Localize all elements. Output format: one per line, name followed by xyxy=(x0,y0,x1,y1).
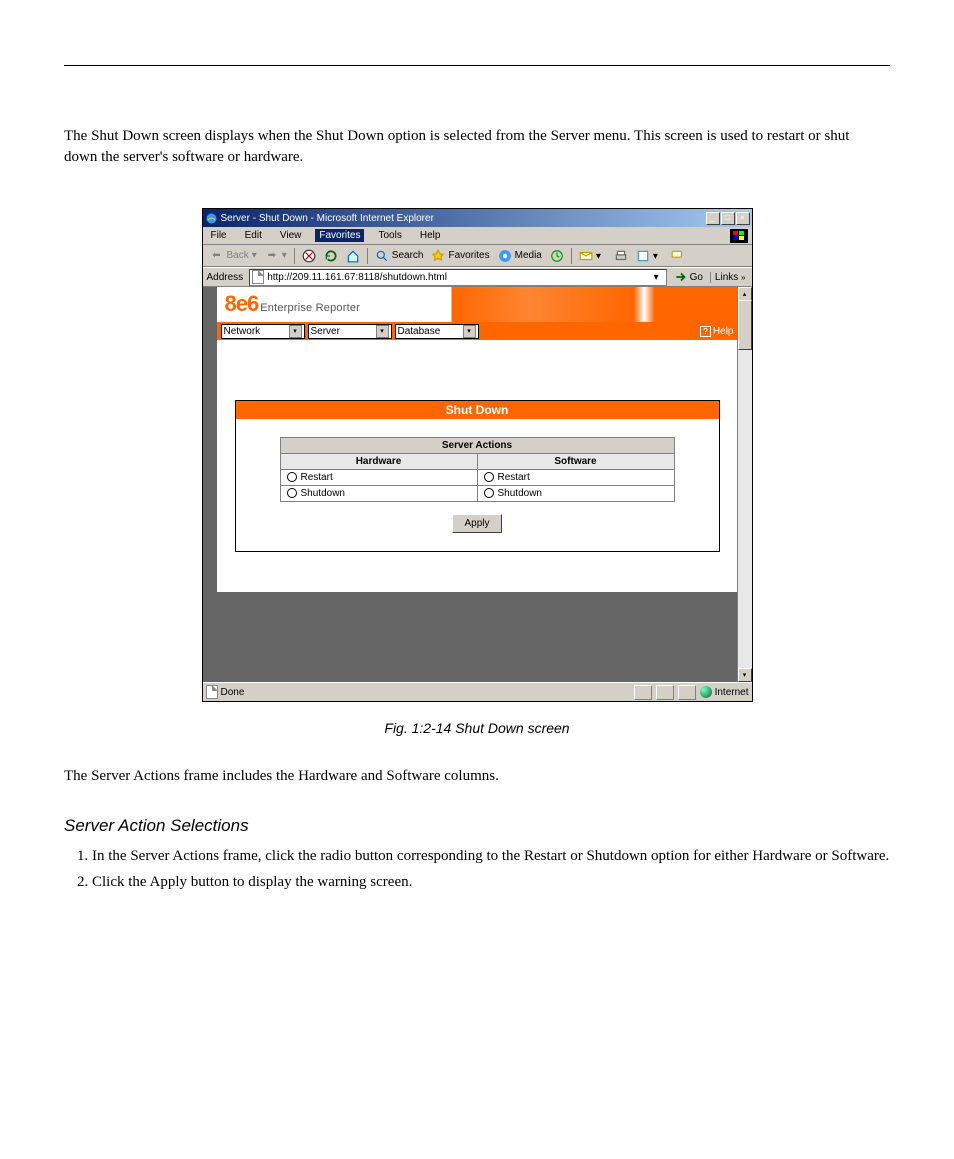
help-icon: ? xyxy=(700,326,711,337)
stop-button[interactable] xyxy=(299,247,319,265)
print-icon xyxy=(614,249,628,263)
sw-shutdown-cell[interactable]: Shutdown xyxy=(477,486,674,502)
print-button[interactable] xyxy=(611,247,631,265)
server-actions-table: Server Actions Hardware Software Restart… xyxy=(280,437,675,502)
col-hardware: Hardware xyxy=(280,454,477,470)
zone-text: Internet xyxy=(715,687,749,698)
brand-logo: 8e6 xyxy=(225,291,259,317)
address-input[interactable]: http://209.11.161.67:8118/shutdown.html … xyxy=(249,269,666,286)
mail-button[interactable]: ▾ xyxy=(576,247,609,265)
refresh-icon xyxy=(324,249,338,263)
hw-shutdown-cell[interactable]: Shutdown xyxy=(280,486,477,502)
home-button[interactable] xyxy=(343,247,363,265)
nav-server-select[interactable]: Server▾ xyxy=(308,324,392,339)
figure-caption: Fig. 1:2-14 Shut Down screen xyxy=(64,720,890,736)
section-heading: Server Action Selections xyxy=(64,816,890,836)
minimize-button[interactable]: _ xyxy=(706,212,720,225)
menu-view[interactable]: View xyxy=(276,229,306,242)
back-button[interactable]: ⬅Back▾ xyxy=(207,247,260,265)
shutdown-panel: Shut Down Server Actions Hardware Softwa… xyxy=(235,400,720,552)
search-icon xyxy=(375,249,389,263)
app-banner: 8e6 Enterprise Reporter xyxy=(217,287,738,322)
home-icon xyxy=(346,249,360,263)
step-1: In the Server Actions frame, click the r… xyxy=(92,846,890,868)
status-bar: Done Internet xyxy=(203,682,752,701)
history-button[interactable] xyxy=(547,247,567,265)
chevron-down-icon: ▾ xyxy=(289,325,302,338)
refresh-button[interactable] xyxy=(321,247,341,265)
col-software: Software xyxy=(477,454,674,470)
media-icon xyxy=(498,249,512,263)
ie-icon xyxy=(205,212,218,225)
discuss-button[interactable] xyxy=(668,247,688,265)
windows-logo-icon xyxy=(730,229,748,243)
apply-button[interactable]: Apply xyxy=(452,514,502,533)
body-paragraph: The Server Actions frame includes the Ha… xyxy=(64,766,890,788)
page-icon xyxy=(206,685,218,699)
screenshot-ie-window: Server - Shut Down - Microsoft Internet … xyxy=(202,208,753,702)
chevron-down-icon: ▾ xyxy=(376,325,389,338)
menu-tools[interactable]: Tools xyxy=(374,229,405,242)
back-icon: ⬅ xyxy=(210,249,224,263)
toolbar: ⬅Back▾ ➡▾ Search Favorites Media ▾ ▾ xyxy=(203,245,752,267)
forward-button[interactable]: ➡▾ xyxy=(262,247,290,265)
steps-list: In the Server Actions frame, click the r… xyxy=(64,846,890,894)
edit-icon xyxy=(636,249,650,263)
menu-edit[interactable]: Edit xyxy=(241,229,266,242)
menu-bar: File Edit View Favorites Tools Help xyxy=(203,227,752,245)
links-label[interactable]: Links » xyxy=(710,272,750,283)
chevron-down-icon: ▾ xyxy=(463,325,476,338)
step-2: Click the Apply button to display the wa… xyxy=(92,872,890,894)
globe-icon xyxy=(700,686,712,698)
scroll-down-icon[interactable]: ▾ xyxy=(738,668,752,682)
favorites-button[interactable]: Favorites xyxy=(428,247,492,265)
window-title: Server - Shut Down - Microsoft Internet … xyxy=(221,213,434,224)
forward-icon: ➡ xyxy=(265,249,279,263)
vertical-scrollbar[interactable]: ▴ ▾ xyxy=(737,287,752,682)
go-button[interactable]: Go xyxy=(671,270,706,284)
app-nav: Network▾ Server▾ Database▾ ?Help xyxy=(217,322,738,340)
discuss-icon xyxy=(671,249,685,263)
brand-subtitle: Enterprise Reporter xyxy=(260,302,360,314)
address-bar: Address http://209.11.161.67:8118/shutdo… xyxy=(203,267,752,287)
help-link[interactable]: ?Help xyxy=(700,326,734,337)
panel-title: Shut Down xyxy=(236,401,719,419)
search-button[interactable]: Search xyxy=(372,247,427,265)
go-icon xyxy=(674,270,688,284)
edit-button[interactable]: ▾ xyxy=(633,247,666,265)
close-button[interactable]: × xyxy=(736,212,750,225)
scroll-up-icon[interactable]: ▴ xyxy=(738,287,752,301)
stop-icon xyxy=(302,249,316,263)
star-icon xyxy=(431,249,445,263)
radio-icon xyxy=(287,488,297,498)
radio-icon xyxy=(484,472,494,482)
sw-restart-cell[interactable]: Restart xyxy=(477,470,674,486)
nav-network-select[interactable]: Network▾ xyxy=(221,324,305,339)
menu-help[interactable]: Help xyxy=(416,229,445,242)
radio-icon xyxy=(484,488,494,498)
history-icon xyxy=(550,249,564,263)
status-text: Done xyxy=(221,687,245,698)
intro-paragraph: The Shut Down screen displays when the S… xyxy=(64,126,890,168)
mail-icon xyxy=(579,249,593,263)
table-header: Server Actions xyxy=(280,438,674,454)
window-titlebar: Server - Shut Down - Microsoft Internet … xyxy=(203,209,752,227)
nav-database-select[interactable]: Database▾ xyxy=(395,324,479,339)
hw-restart-cell[interactable]: Restart xyxy=(280,470,477,486)
menu-favorites[interactable]: Favorites xyxy=(315,229,364,242)
scrollbar-thumb[interactable] xyxy=(738,300,752,350)
address-dropdown-icon[interactable]: ▾ xyxy=(654,272,664,282)
media-button[interactable]: Media xyxy=(495,247,545,265)
menu-file[interactable]: File xyxy=(207,229,231,242)
maximize-button[interactable]: □ xyxy=(721,212,735,225)
address-label: Address xyxy=(205,272,246,283)
page-icon xyxy=(252,270,264,284)
radio-icon xyxy=(287,472,297,482)
